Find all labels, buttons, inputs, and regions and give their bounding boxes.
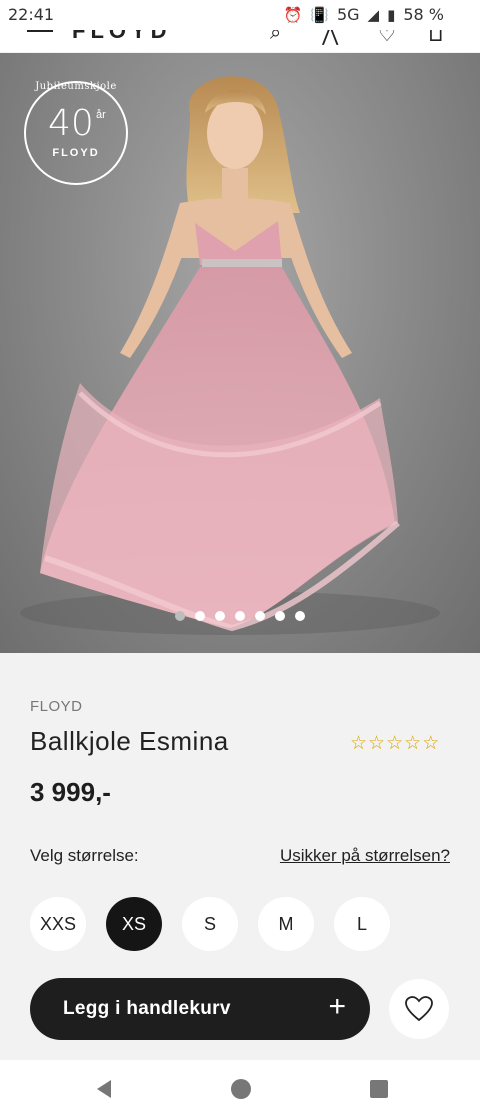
size-options: XXS XS S M L [30, 897, 390, 951]
anniversary-badge: Jubileumskjole 40 år FLOYD [24, 81, 128, 185]
carousel-dots [0, 611, 480, 621]
plus-icon: + [328, 990, 346, 1023]
product-image[interactable]: Jubileumskjole 40 år FLOYD [0, 53, 480, 653]
star-icon: ☆ [386, 733, 404, 754]
carousel-dot[interactable] [275, 611, 285, 621]
favorite-button[interactable] [389, 979, 449, 1039]
menu-icon[interactable] [27, 30, 53, 32]
battery-icon: ▮ [387, 5, 396, 24]
carousel-dot[interactable] [195, 611, 205, 621]
search-icon[interactable]: ⌕ [270, 30, 281, 45]
add-to-cart-button[interactable]: Legg i handlekurv + [30, 978, 370, 1040]
battery-level: 58 % [403, 5, 444, 24]
site-header: FLOYD ⌕ ⋀ ♡ ⊔ [0, 30, 480, 52]
size-option-xxs[interactable]: XXS [30, 897, 86, 951]
carousel-dot[interactable] [215, 611, 225, 621]
size-option-xs[interactable]: XS [106, 897, 162, 951]
add-to-cart-label: Legg i handlekurv [63, 998, 231, 1019]
carousel-dot[interactable] [235, 611, 245, 621]
favorite-icon[interactable]: ♡ [378, 30, 396, 47]
carousel-dot[interactable] [255, 611, 265, 621]
status-time: 22:41 [8, 5, 55, 24]
home-icon[interactable] [230, 1078, 252, 1100]
rating-stars[interactable]: ☆ ☆ ☆ ☆ ☆ [350, 734, 439, 753]
star-icon: ☆ [422, 733, 440, 754]
size-label: Velg størrelse: [30, 846, 139, 865]
status-bar: 22:41 ⏰ 📳 5G ◢ ▮ 58 % [0, 0, 480, 30]
network-label: 5G [336, 5, 360, 24]
back-icon[interactable] [93, 1078, 115, 1100]
bag-icon[interactable]: ⊔ [428, 30, 444, 47]
product-brand[interactable]: FLOYD [30, 698, 83, 715]
account-icon[interactable]: ⋀ [322, 30, 338, 47]
carousel-dot[interactable] [295, 611, 305, 621]
size-option-s[interactable]: S [182, 897, 238, 951]
carousel-dot[interactable] [175, 611, 185, 621]
size-option-m[interactable]: M [258, 897, 314, 951]
star-icon: ☆ [350, 733, 368, 754]
size-guide-link[interactable]: Usikker på størrelsen? [280, 846, 450, 866]
alarm-icon: ⏰ [283, 5, 303, 24]
badge-brand: FLOYD [52, 147, 100, 159]
size-option-l[interactable]: L [334, 897, 390, 951]
system-nav-bar [0, 1060, 480, 1120]
star-icon: ☆ [368, 733, 386, 754]
site-logo[interactable]: FLOYD [72, 30, 172, 44]
recents-icon[interactable] [368, 1078, 390, 1100]
badge-number: 40 [48, 103, 94, 144]
vibrate-icon: 📳 [310, 5, 329, 24]
star-icon: ☆ [404, 733, 422, 754]
product-price: 3 999,- [30, 777, 111, 807]
badge-arc-text: Jubileumskjole [35, 81, 117, 92]
status-icons: ⏰ 📳 5G ◢ ▮ 58 % [284, 5, 444, 24]
badge-suffix: år [96, 109, 106, 121]
heart-icon [405, 996, 433, 1022]
signal-icon: ◢ [367, 5, 380, 24]
product-title: Ballkjole Esmina [30, 726, 229, 756]
